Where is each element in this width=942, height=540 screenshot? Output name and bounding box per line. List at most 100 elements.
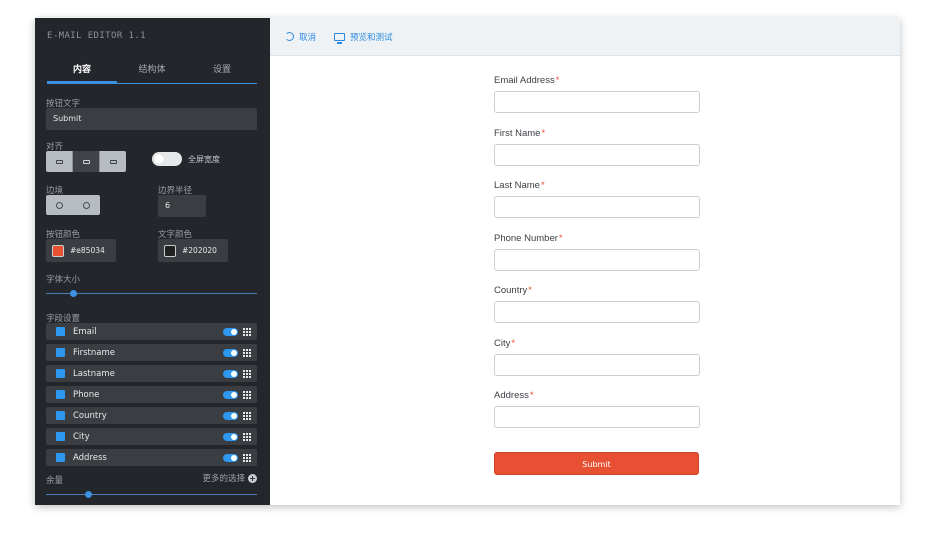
- field-toggle[interactable]: [223, 411, 238, 420]
- form-field-phone: Phone Number*: [494, 233, 700, 271]
- margin-slider[interactable]: [46, 491, 257, 498]
- field-row-email: Email: [46, 323, 257, 340]
- slider-thumb[interactable]: [70, 290, 77, 297]
- field-name: Address: [73, 452, 107, 463]
- tab-content[interactable]: 内容: [47, 62, 117, 83]
- form-field-email: Email Address*: [494, 75, 700, 113]
- align-center-button[interactable]: [73, 151, 100, 172]
- slider-thumb[interactable]: [85, 491, 92, 498]
- button-color-value: #e85034: [70, 246, 105, 255]
- field-checkbox[interactable]: [56, 411, 65, 420]
- cancel-label: 取消: [299, 32, 317, 43]
- border-radio-icon: [56, 201, 63, 209]
- field-name: Lastname: [73, 368, 115, 379]
- align-right-icon: [109, 159, 117, 164]
- field-toggle[interactable]: [223, 327, 238, 336]
- font-size-slider[interactable]: [46, 290, 257, 297]
- field-name: Firstname: [73, 347, 115, 358]
- sidebar-tabs: 内容 结构体 设置: [47, 62, 257, 84]
- last-name-input[interactable]: [494, 196, 700, 218]
- border-radio-icon: [83, 201, 90, 209]
- form-label: Address*: [494, 390, 534, 401]
- field-checkbox[interactable]: [56, 432, 65, 441]
- fullwidth-label: 全屏宽度: [188, 155, 220, 164]
- form-label: Phone Number*: [494, 233, 563, 244]
- form-label: Country*: [494, 285, 532, 296]
- phone-input[interactable]: [494, 249, 700, 271]
- form-label: Last Name*: [494, 180, 545, 191]
- form-label: Email Address*: [494, 75, 560, 86]
- submit-button[interactable]: Submit: [494, 452, 699, 475]
- field-checkbox[interactable]: [56, 369, 65, 378]
- first-name-input[interactable]: [494, 144, 700, 166]
- text-color-value: #202020: [182, 246, 217, 255]
- form-label: First Name*: [494, 128, 546, 139]
- preview-test-button[interactable]: 预览和测试: [334, 31, 393, 44]
- form-label: City*: [494, 338, 516, 349]
- form-field-last-name: Last Name*: [494, 180, 700, 218]
- more-options-button[interactable]: 更多的选择 +: [202, 472, 257, 484]
- field-checkbox[interactable]: [56, 348, 65, 357]
- font-size-label: 字体大小: [46, 275, 81, 285]
- grid-icon[interactable]: [243, 390, 251, 399]
- field-toggle[interactable]: [223, 432, 238, 441]
- form-field-first-name: First Name*: [494, 128, 700, 166]
- field-toggle[interactable]: [223, 369, 238, 378]
- align-button-group: [46, 151, 126, 172]
- field-row-lastname: Lastname: [46, 365, 257, 382]
- field-row-address: Address: [46, 449, 257, 466]
- city-input[interactable]: [494, 354, 700, 376]
- form-field-country: Country*: [494, 285, 700, 323]
- field-row-phone: Phone: [46, 386, 257, 403]
- grid-icon[interactable]: [243, 327, 251, 336]
- margin-label: 余量: [46, 476, 64, 486]
- preview-label: 预览和测试: [350, 32, 393, 43]
- grid-icon[interactable]: [243, 348, 251, 357]
- app-title: E-MAIL EDITOR 1.1: [47, 31, 146, 41]
- field-name: Email: [73, 326, 97, 337]
- grid-icon[interactable]: [243, 411, 251, 420]
- grid-icon[interactable]: [243, 369, 251, 378]
- form-field-address: Address*: [494, 390, 700, 428]
- field-row-city: City: [46, 428, 257, 445]
- undo-icon: [285, 32, 294, 41]
- monitor-icon: [334, 32, 346, 44]
- preview-pane: 取消 预览和测试 Email Address* First Name* Last…: [270, 18, 900, 505]
- radius-input[interactable]: 6: [158, 195, 206, 217]
- text-color-swatch: [164, 244, 176, 257]
- sidebar: E-MAIL EDITOR 1.1 内容 结构体 设置 按钮文字 Submit …: [35, 18, 270, 505]
- field-name: Country: [73, 410, 107, 421]
- button-text-input[interactable]: Submit: [46, 108, 257, 130]
- tab-structure[interactable]: 结构体: [117, 62, 187, 83]
- align-center-icon: [82, 159, 90, 164]
- field-toggle[interactable]: [223, 453, 238, 462]
- email-input[interactable]: [494, 91, 700, 113]
- toggle-knob: [154, 154, 164, 164]
- country-input[interactable]: [494, 301, 700, 323]
- button-color-picker[interactable]: #e85034: [46, 239, 116, 262]
- grid-icon[interactable]: [243, 453, 251, 462]
- field-toggle[interactable]: [223, 390, 238, 399]
- field-checkbox[interactable]: [56, 327, 65, 336]
- preview-toolbar: 取消 预览和测试: [270, 18, 900, 56]
- editor-window: E-MAIL EDITOR 1.1 内容 结构体 设置 按钮文字 Submit …: [35, 18, 900, 505]
- button-color-swatch: [52, 244, 64, 257]
- fullwidth-toggle[interactable]: [152, 152, 182, 166]
- field-toggle[interactable]: [223, 348, 238, 357]
- align-left-icon: [55, 159, 63, 164]
- field-checkbox[interactable]: [56, 453, 65, 462]
- field-row-firstname: Firstname: [46, 344, 257, 361]
- form-field-city: City*: [494, 338, 700, 376]
- tab-settings[interactable]: 设置: [187, 62, 257, 83]
- address-input[interactable]: [494, 406, 700, 428]
- align-right-button[interactable]: [100, 151, 126, 172]
- field-checkbox[interactable]: [56, 390, 65, 399]
- grid-icon[interactable]: [243, 432, 251, 441]
- field-row-country: Country: [46, 407, 257, 424]
- cancel-button[interactable]: 取消: [285, 31, 316, 43]
- text-color-picker[interactable]: #202020: [158, 239, 228, 262]
- align-left-button[interactable]: [46, 151, 73, 172]
- border-button-group[interactable]: [46, 195, 100, 215]
- field-name: Phone: [73, 389, 100, 400]
- more-options-label: 更多的选择: [202, 474, 245, 484]
